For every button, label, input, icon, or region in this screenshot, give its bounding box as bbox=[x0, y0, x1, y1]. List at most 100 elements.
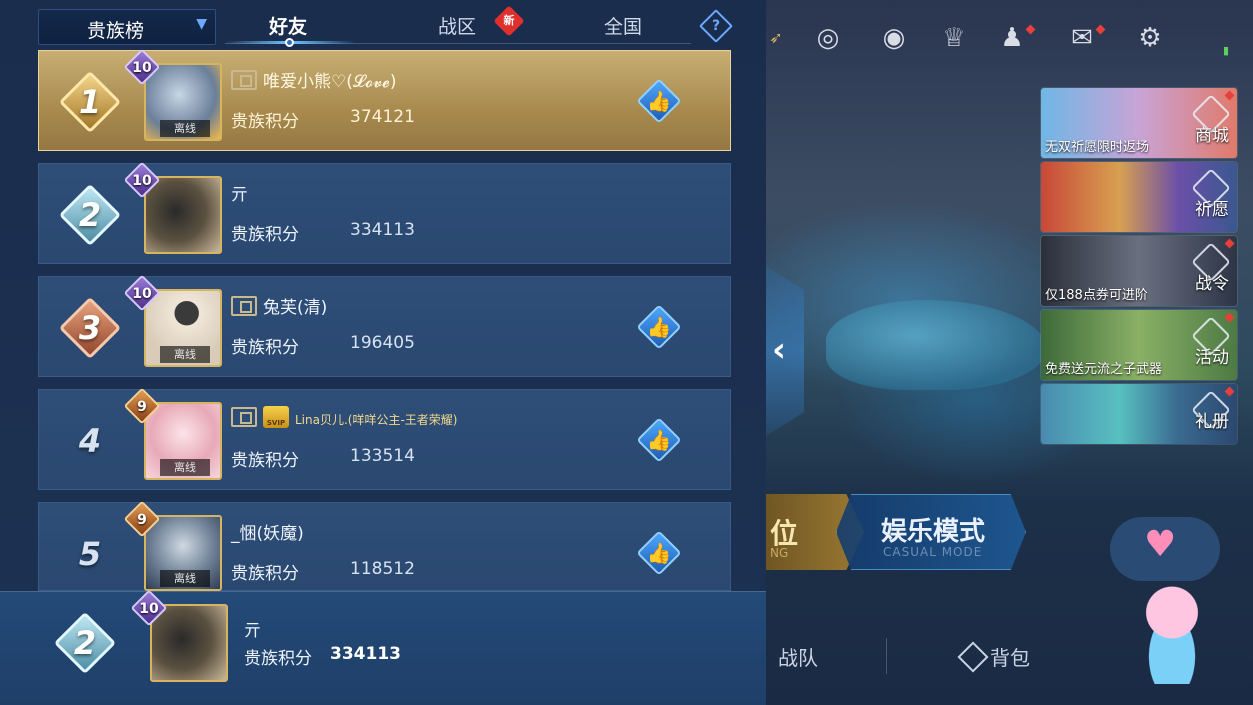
ranked-mode-subtitle: NG bbox=[770, 546, 789, 560]
tab-national[interactable]: 全国 bbox=[604, 12, 642, 39]
noble-card-icon bbox=[231, 296, 257, 316]
new-badge: 新 bbox=[493, 5, 525, 37]
like-thumb-icon: 👍 bbox=[646, 428, 672, 452]
side-card-label: 战令 bbox=[1195, 274, 1229, 294]
tab-friends[interactable]: 好友 bbox=[269, 12, 307, 39]
level-number: 10 bbox=[132, 286, 152, 302]
level-number: 10 bbox=[139, 601, 159, 617]
score-label: 贵族积分 bbox=[244, 649, 312, 669]
side-card-gift[interactable]: 礼册 bbox=[1040, 383, 1238, 445]
score-value: 334113 bbox=[330, 644, 401, 664]
rank-badge-plain: 5 bbox=[57, 521, 123, 587]
offline-status: 离线 bbox=[160, 570, 210, 587]
trophy-icon[interactable]: ♕ bbox=[936, 20, 972, 56]
offline-status: 离线 bbox=[160, 459, 210, 476]
battery-icon: ▮ bbox=[1222, 44, 1230, 57]
rank-number: 4 bbox=[78, 422, 102, 460]
noble-level-badge: 10 bbox=[123, 274, 161, 312]
offline-status: 离线 bbox=[160, 346, 210, 363]
score-value: 133514 bbox=[350, 446, 415, 466]
tab-region[interactable]: 战区 bbox=[438, 12, 476, 39]
level-number: 9 bbox=[137, 399, 147, 415]
leaderboard-row[interactable]: 5 离线 9 _悃(妖魔) 贵族积分 118512 👍 bbox=[38, 500, 731, 591]
side-card-label: 礼册 bbox=[1195, 412, 1229, 432]
settings-gear-icon[interactable]: ⚙ bbox=[1132, 20, 1168, 56]
score-label: 贵族积分 bbox=[231, 338, 299, 358]
side-card-shop[interactable]: 无双祈愿限时返场 商城 bbox=[1040, 87, 1238, 159]
noble-level-badge: 9 bbox=[123, 387, 161, 425]
leaderboard-row[interactable]: 2 10 亓 贵族积分 334113 bbox=[38, 161, 731, 264]
side-card-wish[interactable]: 祈愿 bbox=[1040, 161, 1238, 233]
player-name: 唯爱小熊♡(𝓛𝓸𝓿𝓮) bbox=[231, 67, 396, 92]
tab-bar: 贵族榜 ▼ 好友 战区 新 全国 ? bbox=[0, 0, 766, 48]
rank-badge-silver: 2 bbox=[52, 610, 118, 676]
side-menu: 无双祈愿限时返场 商城 祈愿 仅188点券可进阶 战令 免费送元流之子武器 活动 bbox=[1040, 87, 1238, 445]
dropdown-label: 贵族榜 bbox=[87, 20, 145, 42]
pet-character[interactable] bbox=[1126, 574, 1218, 684]
mail-icon[interactable]: ✉ bbox=[1064, 20, 1106, 56]
side-card-activity[interactable]: 免费送元流之子武器 活动 bbox=[1040, 309, 1238, 381]
rank-number: 3 bbox=[78, 309, 102, 347]
score-label: 贵族积分 bbox=[231, 225, 299, 245]
like-button[interactable]: 👍 bbox=[636, 530, 682, 576]
my-rank-bar: 2 10 亓 贵族积分 334113 bbox=[0, 589, 766, 705]
active-tab-dot bbox=[285, 38, 294, 47]
rank-badge-silver: 2 bbox=[57, 182, 123, 248]
leaderboard-row[interactable]: 1 离线 10 唯爱小熊♡(𝓛𝓸𝓿𝓮) 贵族积分 374121 👍 bbox=[38, 48, 731, 151]
offline-status: 离线 bbox=[160, 120, 210, 137]
level-number: 9 bbox=[137, 512, 147, 528]
casual-mode-subtitle: CASUAL MODE bbox=[883, 545, 983, 559]
side-card-label: 商城 bbox=[1195, 126, 1229, 146]
score-value: 118512 bbox=[350, 559, 415, 579]
score-label: 贵族积分 bbox=[231, 451, 299, 471]
noble-level-badge: 10 bbox=[123, 161, 161, 199]
game-lobby-background: ➶ ◎ ◉ ♕ ♟ ✉ ⚙ ▮ 无双祈愿限时返场 商城 祈愿 仅188点券可进阶… bbox=[766, 0, 1253, 705]
bag-label: 背包 bbox=[990, 646, 1030, 670]
noble-level-badge: 10 bbox=[123, 48, 161, 86]
target-icon[interactable]: ◎ bbox=[810, 20, 846, 56]
casual-mode-title: 娱乐模式 bbox=[881, 517, 986, 547]
top-toolbar: ➶ ◎ ◉ ♕ ♟ ✉ ⚙ ▮ bbox=[766, 20, 1253, 60]
friends-icon[interactable]: ♟ bbox=[994, 20, 1036, 56]
rank-badge-bronze: 3 bbox=[57, 295, 123, 361]
team-nav-item[interactable]: 战队 bbox=[778, 642, 818, 671]
leaderboard-row[interactable]: 3 离线 10 兔芙(清) 贵族积分 196405 👍 bbox=[38, 274, 731, 377]
svip-crown-icon: SVIP bbox=[263, 406, 289, 428]
like-thumb-icon: 👍 bbox=[646, 541, 672, 565]
rank-number: 5 bbox=[78, 535, 102, 573]
level-number: 10 bbox=[132, 60, 152, 76]
rank-number: 2 bbox=[73, 624, 97, 662]
leaderboard-type-dropdown[interactable]: 贵族榜 ▼ bbox=[38, 9, 216, 45]
chevron-down-icon: ▼ bbox=[196, 16, 207, 32]
like-thumb-icon: 👍 bbox=[646, 89, 672, 113]
like-button[interactable]: 👍 bbox=[636, 78, 682, 124]
casual-mode-tile[interactable]: 娱乐模式 CASUAL MODE bbox=[836, 494, 1026, 570]
collapse-arrow-icon: ‹ bbox=[772, 330, 787, 370]
collapse-panel-button[interactable]: ‹ bbox=[766, 266, 804, 436]
score-value: 196405 bbox=[350, 333, 415, 353]
player-name: SVIP Lina贝儿.(咩咩公主-王者荣耀) bbox=[231, 406, 458, 430]
noble-card-icon bbox=[231, 70, 257, 90]
side-card-label: 活动 bbox=[1195, 348, 1229, 368]
like-button[interactable]: 👍 bbox=[636, 304, 682, 350]
leaderboard-panel: 贵族榜 ▼ 好友 战区 新 全国 ? 1 离线 10 唯爱小熊♡(𝓛𝓸𝓿𝓮) 贵… bbox=[0, 0, 766, 705]
my-name: 亓 bbox=[244, 621, 261, 641]
eye-icon[interactable]: ◉ bbox=[876, 20, 912, 56]
score-label: 贵族积分 bbox=[231, 564, 299, 584]
level-number: 10 bbox=[132, 173, 152, 189]
noble-card-icon bbox=[231, 407, 257, 427]
bag-nav-item[interactable]: 背包 bbox=[957, 641, 1030, 673]
nav-divider bbox=[886, 638, 887, 674]
noble-level-badge: 9 bbox=[123, 500, 161, 538]
bottom-nav: 战队 背包 bbox=[766, 630, 1106, 680]
heart-icon: ♥ bbox=[1144, 524, 1177, 565]
score-label: 贵族积分 bbox=[231, 112, 299, 132]
like-button[interactable]: 👍 bbox=[636, 417, 682, 463]
player-name: _悃(妖魔) bbox=[231, 524, 304, 544]
help-icon[interactable]: ? bbox=[699, 9, 733, 43]
side-card-battlepass[interactable]: 仅188点券可进阶 战令 bbox=[1040, 235, 1238, 307]
bag-icon bbox=[957, 641, 989, 673]
player-name: 兔芙(清) bbox=[231, 293, 327, 318]
player-name: 亓 bbox=[231, 185, 248, 205]
leaderboard-row[interactable]: 4 离线 9 SVIP Lina贝儿.(咩咩公主-王者荣耀) 贵族积分 13351… bbox=[38, 387, 731, 490]
